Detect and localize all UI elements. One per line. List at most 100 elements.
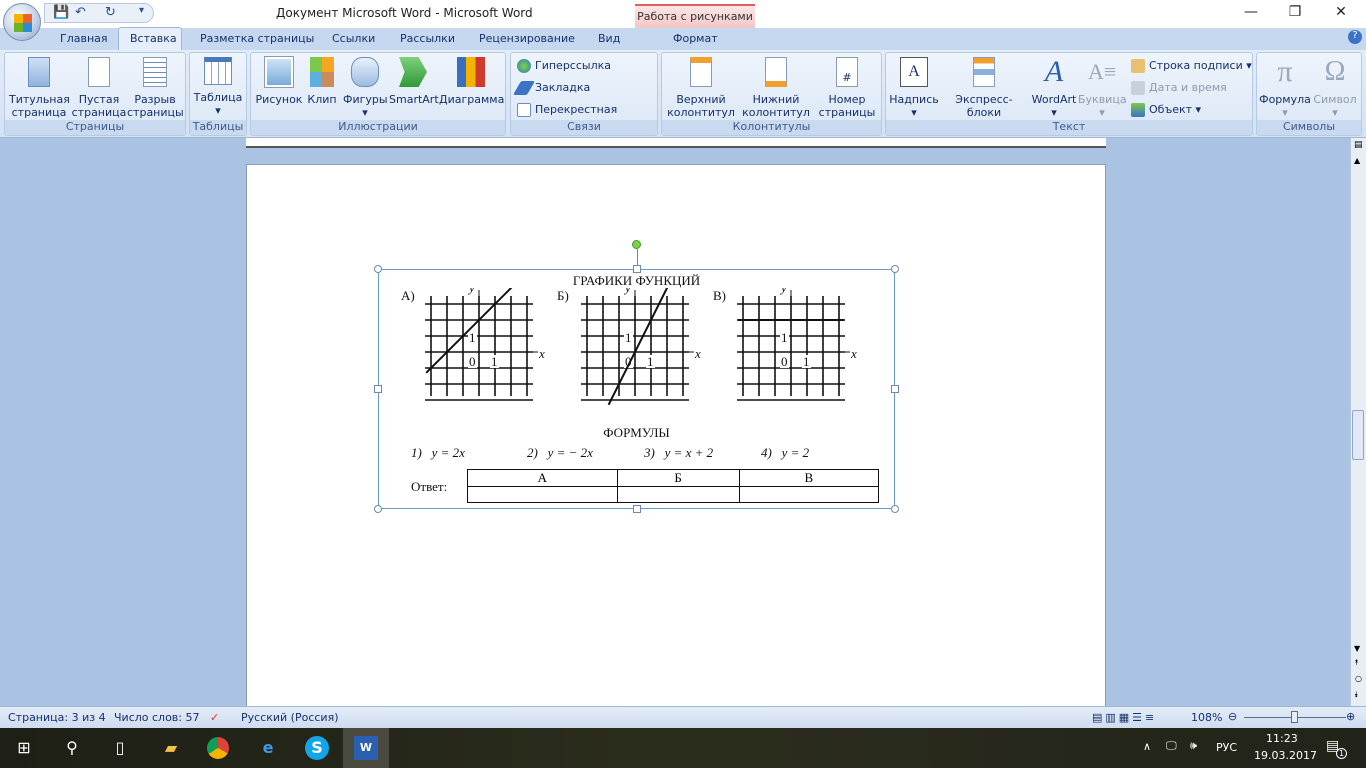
bookmark-button[interactable]: Закладка (512, 81, 590, 95)
answer-cell-a[interactable] (467, 486, 618, 503)
spelling-icon[interactable]: ✓ (210, 711, 219, 724)
view-buttons[interactable]: ▤▥▦☰≡ (1092, 711, 1157, 724)
table-button[interactable]: Таблица ▾ (192, 57, 244, 117)
formula-1: 1) y = 2x (411, 445, 465, 460)
zoom-in-button[interactable]: ⊕ (1346, 710, 1355, 723)
undo-icon[interactable]: ↶ (75, 5, 86, 20)
customize-qat-icon[interactable]: ▾ (139, 5, 144, 16)
clock-time[interactable]: 11:23 (1266, 732, 1298, 745)
clock-date[interactable]: 19.03.2017 (1254, 749, 1317, 762)
tab-home[interactable]: Главная (60, 32, 108, 45)
tab-format[interactable]: Формат (673, 32, 718, 45)
document-page[interactable]: ГРАФИКИ ФУНКЦИЙ А)yx011Б)yx011В)yx011 ФО… (246, 164, 1106, 706)
tab-view[interactable]: Вид (598, 32, 620, 45)
resize-handle[interactable] (891, 265, 899, 273)
ruler-toggle-icon[interactable]: ▤ (1354, 140, 1363, 150)
close-button[interactable]: ✕ (1326, 4, 1356, 20)
group-label: Иллюстрации (251, 120, 505, 135)
chart-button[interactable]: Диаграмма (439, 57, 504, 106)
signature-line-button[interactable]: Строка подписи ▾ (1131, 59, 1252, 73)
tab-review[interactable]: Рецензирование (479, 32, 575, 45)
volume-icon[interactable]: 🕪 (1190, 739, 1197, 753)
scroll-up-icon[interactable]: ▲ (1354, 156, 1360, 165)
start-icon[interactable]: ⊞ (12, 736, 36, 760)
scroll-down-icon[interactable]: ▼ (1354, 644, 1360, 653)
x-axis-label: x (850, 346, 857, 361)
zoom-slider-thumb[interactable] (1291, 711, 1298, 723)
resize-handle[interactable] (374, 385, 382, 393)
zoom-out-button[interactable]: ⊖ (1228, 710, 1237, 723)
resize-handle[interactable] (891, 385, 899, 393)
search-icon[interactable]: ⚲ (60, 736, 84, 760)
formulas-title: ФОРМУЛЫ (603, 425, 670, 440)
drop-cap-icon: A≡ (1088, 59, 1117, 84)
word-taskbar-button[interactable]: W (343, 728, 389, 768)
edge-icon[interactable]: e (256, 736, 280, 760)
smartart-button[interactable]: SmartArt (389, 57, 439, 106)
redo-icon[interactable]: ↻ (105, 5, 116, 20)
save-icon[interactable]: 💾 (53, 5, 69, 20)
footer-icon (765, 57, 787, 87)
shapes-icon (351, 57, 379, 87)
tab-insert[interactable]: Вставка (118, 27, 182, 51)
resize-handle[interactable] (633, 265, 641, 273)
picture-tools-context-tab: Работа с рисунками (635, 4, 755, 28)
answer-cell-v[interactable] (738, 486, 880, 503)
group-label: Колонтитулы (662, 120, 881, 135)
skype-icon[interactable]: S (305, 736, 329, 760)
selected-picture[interactable]: ГРАФИКИ ФУНКЦИЙ А)yx011Б)yx011В)yx011 ФО… (374, 240, 899, 513)
word-count[interactable]: Число слов: 57 (114, 711, 200, 724)
tab-references[interactable]: Ссылки (332, 32, 375, 45)
restore-button[interactable]: ❐ (1280, 4, 1310, 20)
resize-handle[interactable] (891, 505, 899, 513)
task-view-icon[interactable]: ▯ (108, 736, 132, 760)
cross-reference-icon (517, 103, 531, 117)
file-explorer-icon[interactable]: ▰ (159, 736, 183, 760)
hyperlink-button[interactable]: Гиперссылка (517, 59, 611, 73)
office-button[interactable] (3, 3, 41, 41)
object-button[interactable]: Объект ▾ (1131, 103, 1201, 117)
clip-art-button[interactable]: Клип (307, 57, 337, 106)
minimize-button[interactable]: — (1236, 4, 1266, 20)
window-title: Документ Microsoft Word - Microsoft Word (276, 6, 533, 20)
graph-label: В) (713, 288, 726, 303)
zoom-level[interactable]: 108% (1191, 711, 1222, 724)
page-number-icon: # (836, 57, 858, 87)
formula-3: 3) y = x + 2 (644, 445, 714, 460)
blank-page-button[interactable]: Пустая страница (71, 57, 127, 119)
blank-page-icon (88, 57, 110, 87)
language[interactable]: Русский (Россия) (241, 711, 339, 724)
clip-art-icon (310, 57, 334, 87)
previous-page-icon[interactable]: ⯭ (1354, 658, 1359, 668)
date-time-icon (1131, 81, 1145, 95)
resize-handle[interactable] (633, 505, 641, 513)
group-header-footer: Верхнийколонтитул ▾ Нижнийколонтитул ▾ #… (661, 52, 882, 136)
resize-handle[interactable] (374, 505, 382, 513)
tab-page-layout[interactable]: Разметка страницы (200, 32, 314, 45)
help-icon[interactable]: ? (1348, 30, 1362, 44)
network-icon[interactable]: 🖵 (1166, 739, 1177, 753)
shapes-button[interactable]: Фигуры ▾ (343, 57, 388, 119)
input-language[interactable]: РУС (1216, 741, 1237, 754)
page-break-button[interactable]: Разрыв страницы (127, 57, 184, 119)
chrome-icon[interactable] (207, 737, 229, 759)
origin-label: 0 (781, 354, 788, 369)
page-count[interactable]: Страница: 3 из 4 (8, 711, 106, 724)
formula-4: 4) y = 2 (761, 445, 810, 460)
show-hidden-icons[interactable]: ∧ (1143, 740, 1151, 753)
equation-button[interactable]: π Формула ▾ (1259, 57, 1311, 120)
answer-header-a: А (467, 469, 618, 487)
answer-cell-b[interactable] (616, 486, 740, 503)
tab-mailings[interactable]: Рассылки (400, 32, 455, 45)
next-page-icon[interactable]: ⯯ (1354, 690, 1359, 700)
wordart-button[interactable]: A WordArt ▾ (1030, 55, 1078, 120)
rotate-handle[interactable] (632, 240, 641, 249)
scrollbar-thumb[interactable] (1352, 410, 1364, 460)
resize-handle[interactable] (374, 265, 382, 273)
group-text: AНадпись▾ Экспресс-блоки▾ AWordArt▾ A≡Бу… (885, 52, 1253, 136)
browse-object-icon[interactable]: ○ (1355, 674, 1362, 683)
symbol-button[interactable]: Ω Символ ▾ (1311, 57, 1359, 120)
text-box-button[interactable]: A Надпись ▾ (888, 57, 940, 119)
picture-button[interactable]: Рисунок (255, 56, 303, 106)
wordart-icon: A (1044, 55, 1064, 88)
